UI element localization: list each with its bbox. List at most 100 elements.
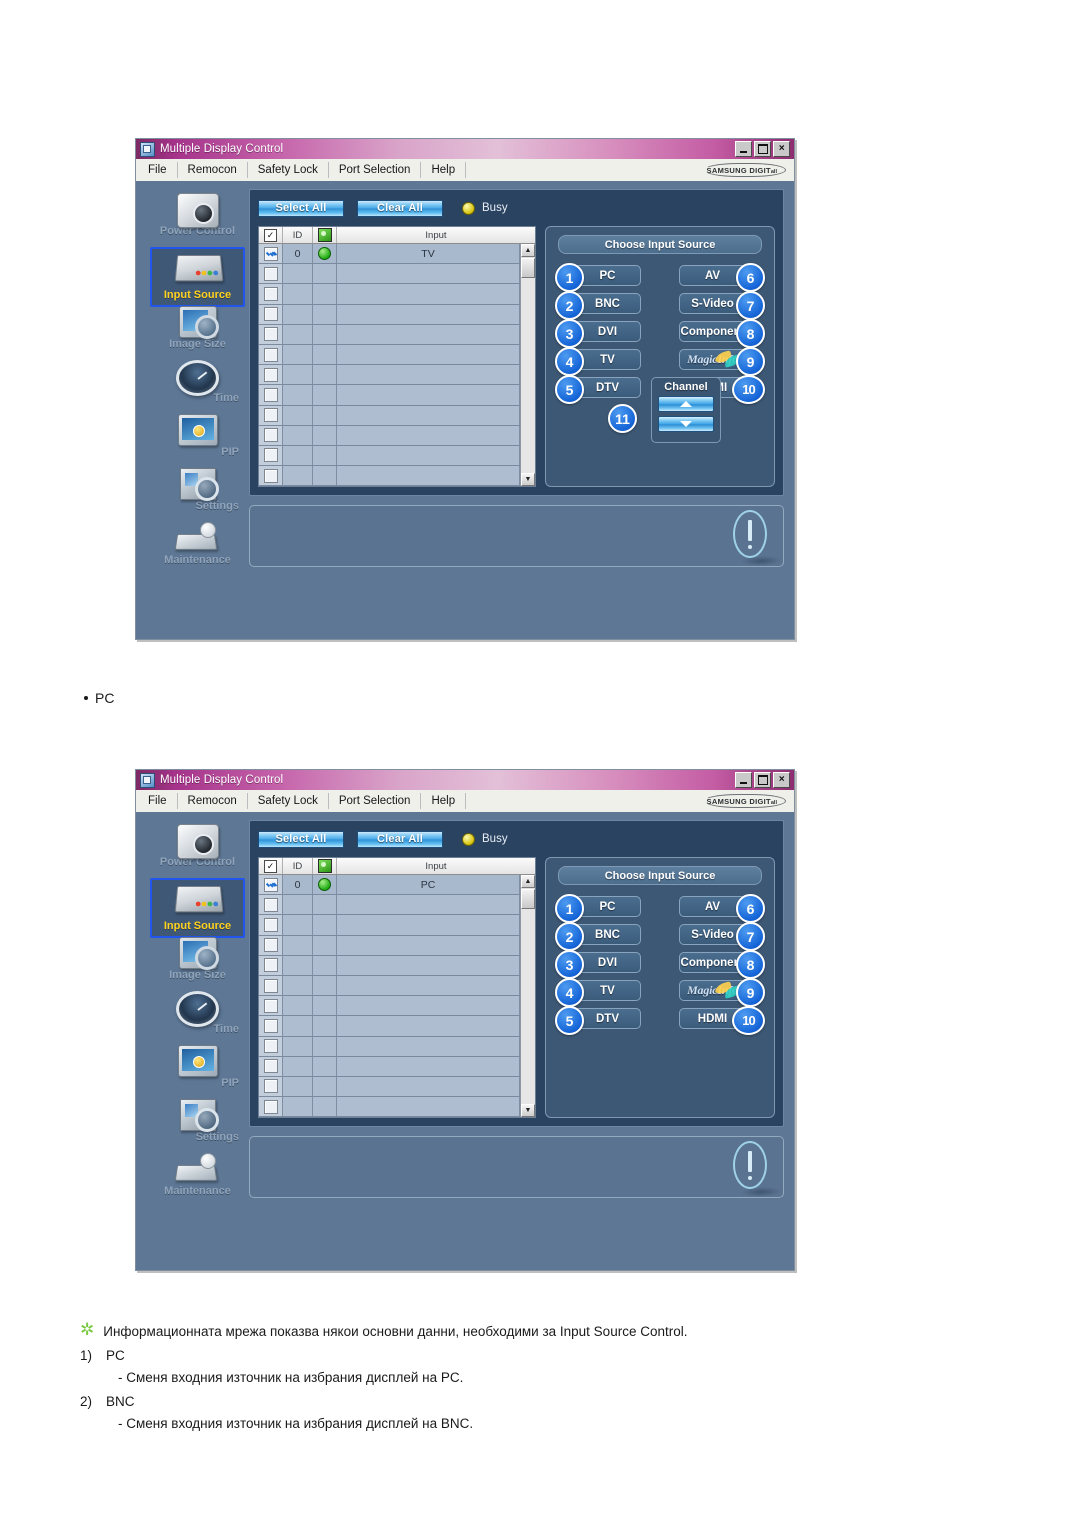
source-button-bnc[interactable]: BNC bbox=[574, 293, 641, 314]
table-row[interactable]: 0 PC bbox=[259, 875, 520, 896]
minimize-button[interactable] bbox=[735, 772, 752, 788]
row-checkbox[interactable] bbox=[259, 996, 283, 1016]
menu-help[interactable]: Help bbox=[421, 162, 467, 178]
source-button-dvi[interactable]: DVI bbox=[574, 952, 641, 973]
row-checkbox[interactable] bbox=[259, 975, 283, 996]
source-button-bnc[interactable]: BNC bbox=[574, 924, 641, 945]
sidebar-item-maintenance[interactable]: Maintenance bbox=[150, 522, 245, 577]
row-checkbox[interactable] bbox=[259, 935, 283, 955]
scrollbar-track[interactable] bbox=[521, 909, 535, 1105]
menu-port-selection[interactable]: Port Selection bbox=[329, 793, 422, 809]
row-checkbox[interactable] bbox=[259, 895, 283, 915]
scroll-down-button[interactable]: ▼ bbox=[521, 473, 535, 487]
row-checkbox[interactable] bbox=[259, 955, 283, 975]
row-checkbox[interactable] bbox=[259, 466, 283, 486]
table-row[interactable] bbox=[259, 975, 520, 997]
sidebar-item-time[interactable]: Time bbox=[150, 360, 245, 415]
sidebar-item-input-source[interactable]: Input Source bbox=[150, 247, 245, 307]
table-row[interactable] bbox=[259, 935, 520, 956]
sidebar-item-power-control[interactable]: Power Control bbox=[150, 824, 245, 879]
table-row[interactable]: 0 TV bbox=[259, 244, 520, 265]
scroll-down-button[interactable]: ▼ bbox=[521, 1104, 535, 1118]
row-checkbox[interactable] bbox=[259, 1097, 283, 1117]
minimize-button[interactable] bbox=[735, 141, 752, 157]
header-check-all[interactable]: ✓ bbox=[259, 227, 283, 243]
sidebar-item-image-size[interactable]: Image Size bbox=[150, 306, 245, 361]
table-row[interactable] bbox=[259, 284, 520, 305]
row-checkbox[interactable] bbox=[259, 264, 283, 284]
sidebar-item-input-source[interactable]: Input Source bbox=[150, 878, 245, 938]
table-row[interactable] bbox=[259, 1097, 520, 1118]
row-checkbox[interactable] bbox=[259, 244, 283, 264]
table-row[interactable] bbox=[259, 304, 520, 325]
table-row[interactable] bbox=[259, 264, 520, 285]
table-row[interactable] bbox=[259, 385, 520, 406]
table-row[interactable] bbox=[259, 1076, 520, 1098]
select-all-button[interactable]: Select All bbox=[258, 199, 344, 217]
table-row[interactable] bbox=[259, 895, 520, 916]
table-row[interactable] bbox=[259, 425, 520, 446]
source-button-dtv[interactable]: DTV bbox=[574, 1008, 641, 1029]
row-checkbox[interactable] bbox=[259, 365, 283, 385]
sidebar-item-image-size[interactable]: Image Size bbox=[150, 937, 245, 992]
table-row[interactable] bbox=[259, 915, 520, 936]
table-row[interactable] bbox=[259, 1016, 520, 1037]
row-checkbox[interactable] bbox=[259, 915, 283, 935]
row-checkbox[interactable] bbox=[259, 1076, 283, 1097]
close-button[interactable]: × bbox=[773, 772, 790, 788]
menu-file[interactable]: File bbox=[136, 162, 178, 178]
source-button-dvi[interactable]: DVI bbox=[574, 321, 641, 342]
row-checkbox[interactable] bbox=[259, 1016, 283, 1036]
header-check-all[interactable]: ✓ bbox=[259, 858, 283, 874]
row-checkbox[interactable] bbox=[259, 1056, 283, 1076]
scrollbar-thumb[interactable] bbox=[521, 258, 535, 278]
maximize-button[interactable] bbox=[754, 141, 771, 157]
source-button-tv[interactable]: TV bbox=[574, 980, 641, 1001]
menu-remocon[interactable]: Remocon bbox=[178, 793, 248, 809]
scroll-up-button[interactable]: ▲ bbox=[521, 875, 535, 888]
row-checkbox[interactable] bbox=[259, 344, 283, 365]
table-row[interactable] bbox=[259, 324, 520, 345]
select-all-button[interactable]: Select All bbox=[258, 830, 344, 848]
scroll-up-button[interactable]: ▲ bbox=[521, 244, 535, 257]
sidebar-item-pip[interactable]: PIP bbox=[150, 1045, 245, 1100]
menu-safety-lock[interactable]: Safety Lock bbox=[248, 162, 329, 178]
row-checkbox[interactable] bbox=[259, 1036, 283, 1056]
row-checkbox[interactable] bbox=[259, 284, 283, 304]
row-checkbox[interactable] bbox=[259, 385, 283, 405]
menu-remocon[interactable]: Remocon bbox=[178, 162, 248, 178]
source-button-tv[interactable]: TV bbox=[574, 349, 641, 370]
source-button-dtv[interactable]: DTV bbox=[574, 377, 641, 398]
close-button[interactable]: × bbox=[773, 141, 790, 157]
sidebar-item-time[interactable]: Time bbox=[150, 991, 245, 1046]
table-row[interactable] bbox=[259, 344, 520, 366]
table-row[interactable] bbox=[259, 466, 520, 487]
channel-up-button[interactable] bbox=[658, 396, 714, 412]
row-checkbox[interactable] bbox=[259, 304, 283, 324]
channel-down-button[interactable] bbox=[658, 416, 714, 432]
row-checkbox[interactable] bbox=[259, 425, 283, 445]
table-scrollbar[interactable]: ▲ ▼ bbox=[520, 875, 535, 1118]
sidebar-item-settings[interactable]: Settings bbox=[150, 1099, 245, 1154]
clear-all-button[interactable]: Clear All bbox=[357, 199, 443, 217]
sidebar-item-power-control[interactable]: Power Control bbox=[150, 193, 245, 248]
row-checkbox[interactable] bbox=[259, 445, 283, 466]
table-scrollbar[interactable]: ▲ ▼ bbox=[520, 244, 535, 487]
source-button-pc[interactable]: PC bbox=[574, 896, 641, 917]
row-checkbox[interactable] bbox=[259, 875, 283, 895]
row-checkbox[interactable] bbox=[259, 405, 283, 425]
clear-all-button[interactable]: Clear All bbox=[357, 830, 443, 848]
menu-port-selection[interactable]: Port Selection bbox=[329, 162, 422, 178]
sidebar-item-pip[interactable]: PIP bbox=[150, 414, 245, 469]
maximize-button[interactable] bbox=[754, 772, 771, 788]
scrollbar-thumb[interactable] bbox=[521, 889, 535, 909]
table-row[interactable] bbox=[259, 1056, 520, 1077]
row-checkbox[interactable] bbox=[259, 324, 283, 344]
table-row[interactable] bbox=[259, 996, 520, 1017]
scrollbar-track[interactable] bbox=[521, 278, 535, 474]
table-row[interactable] bbox=[259, 365, 520, 386]
menu-help[interactable]: Help bbox=[421, 793, 467, 809]
table-row[interactable] bbox=[259, 405, 520, 426]
menu-file[interactable]: File bbox=[136, 793, 178, 809]
sidebar-item-maintenance[interactable]: Maintenance bbox=[150, 1153, 245, 1208]
